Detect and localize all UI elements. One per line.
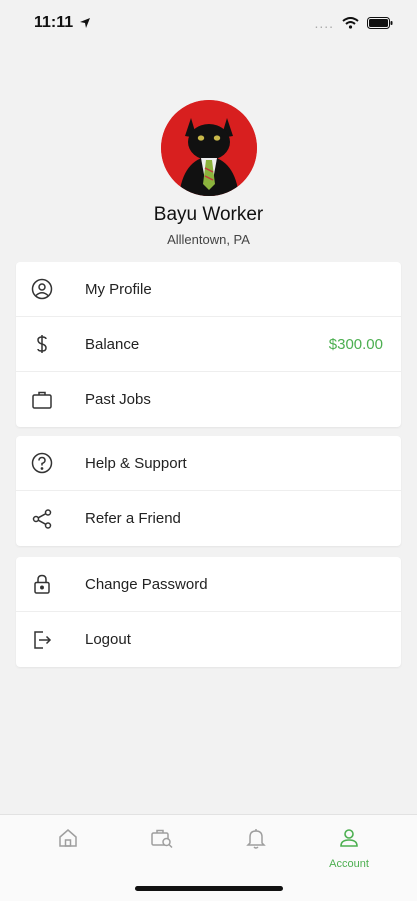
signal-indicator: .... [314,15,334,31]
share-icon [16,508,68,530]
lock-icon [16,573,68,595]
avatar[interactable] [160,100,257,196]
menu-item-my-profile[interactable]: My Profile [16,262,401,317]
menu-item-label: Balance [85,335,140,353]
home-indicator [135,886,283,891]
wifi-icon [342,17,359,29]
tab-jobs[interactable] [122,827,202,877]
user-name: Bayu Worker [153,204,264,225]
location-arrow-icon [79,17,91,29]
status-bar: 11:11 .... [0,0,417,46]
bell-icon [245,827,267,854]
status-time: 11:11 [34,14,74,31]
menu-item-past-jobs[interactable]: Past Jobs [16,372,401,427]
menu-item-label: Past Jobs [85,391,151,408]
menu-item-balance[interactable]: Balance $300.00 [16,317,401,372]
support-menu-card: Help & Support Refer a Friend [16,436,401,546]
user-location: Alllentown, PA [167,232,250,247]
menu-item-label: Change Password [85,575,208,593]
menu-item-change-password[interactable]: Change Password [16,557,401,612]
menu-item-refer-friend[interactable]: Refer a Friend [16,491,401,546]
menu-item-label: Refer a Friend [85,510,181,527]
profile-header: Bayu Worker Alllentown, PA [0,100,417,247]
help-circle-icon [16,452,68,474]
menu-item-label: My Profile [85,280,152,298]
job-search-icon [150,827,174,854]
security-menu-card: Change Password Logout [16,557,401,667]
tab-notifications[interactable] [216,827,296,877]
home-icon [57,827,79,854]
menu-item-label: Logout [85,631,131,648]
account-menu-card: My Profile Balance $300.00 Past Jobs [16,262,401,427]
menu-item-logout[interactable]: Logout [16,612,401,667]
balance-value: $300.00 [328,335,383,353]
tab-account[interactable]: Account [309,827,389,877]
account-icon [338,827,360,854]
user-circle-icon [16,278,68,300]
battery-icon [367,17,393,29]
tab-label: Account [329,858,369,870]
menu-item-help-support[interactable]: Help & Support [16,436,401,491]
briefcase-icon [16,389,68,411]
menu-item-label: Help & Support [85,454,187,472]
dollar-icon [16,333,68,355]
logout-icon [16,629,68,651]
tab-home[interactable] [28,827,108,877]
